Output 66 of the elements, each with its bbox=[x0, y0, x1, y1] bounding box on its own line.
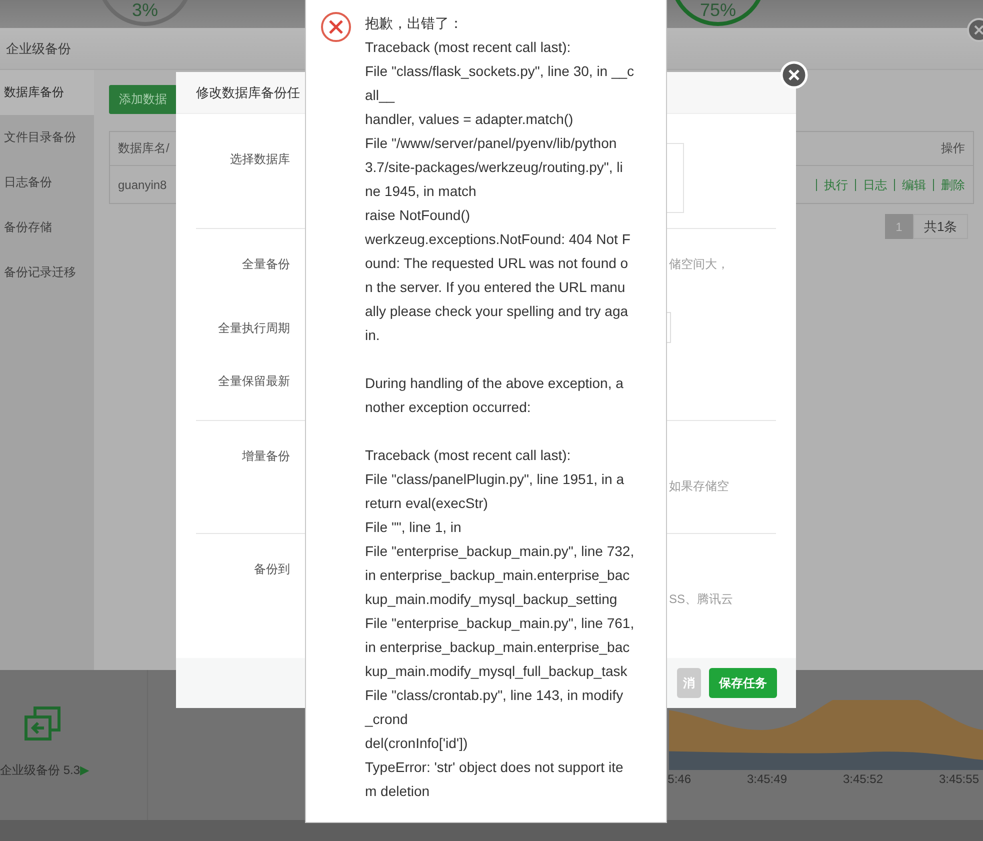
error-line: TypeError: 'str' object does not support ite bbox=[365, 758, 624, 777]
error-line: handler, values = adapter.match() bbox=[365, 110, 574, 129]
error-line: Traceback (most recent call last): bbox=[365, 446, 572, 465]
plugin-arrow: ▶ bbox=[80, 763, 90, 777]
table-cell: guanyin8 bbox=[118, 178, 167, 192]
error-icon bbox=[320, 11, 352, 43]
sidebar-item[interactable]: 日志备份 bbox=[0, 160, 94, 205]
page-total: 共1条 bbox=[913, 214, 968, 239]
error-line: in. bbox=[365, 326, 381, 345]
add-database-button[interactable]: 添加数据 bbox=[109, 85, 177, 114]
axis-label: 3:45:49 bbox=[746, 772, 787, 786]
error-line: _crond bbox=[365, 710, 409, 729]
error-line: ne 1945, in match bbox=[365, 182, 478, 201]
hint-text: 储空间大， bbox=[669, 256, 730, 272]
error-line: n the server. If you entered the URL manu bbox=[365, 278, 626, 297]
error-line: File "enterprise_backup_main.py", line 761, bbox=[365, 614, 634, 633]
error-line: File "class/crontab.py", line 143, in modify bbox=[365, 686, 624, 705]
field-label: 选择数据库 bbox=[229, 151, 290, 168]
action-link[interactable]: 编辑 bbox=[894, 178, 933, 190]
error-line: in enterprise_backup_main.enterprise_bac bbox=[365, 638, 631, 657]
error-line: return eval(execStr) bbox=[365, 494, 489, 513]
error-line: raise NotFound() bbox=[365, 206, 472, 225]
action-link[interactable]: 删除 bbox=[933, 178, 965, 190]
error-title: 抱歉，出错了： bbox=[365, 14, 464, 33]
error-line: File "class/flask_sockets.py", line 30, in __c bbox=[365, 62, 634, 81]
sidebar-item[interactable]: 备份存储 bbox=[0, 205, 94, 250]
hint-text: 如果存储空 bbox=[669, 478, 730, 494]
window-title: 企业级备份 bbox=[6, 40, 71, 58]
field-label: 备份到 bbox=[253, 561, 290, 578]
sidebar-item[interactable]: 备份记录迁移 bbox=[0, 250, 94, 295]
hint-text: SS、腾讯云 bbox=[669, 591, 734, 607]
error-line: del(cronInfo['id']) bbox=[365, 734, 469, 753]
error-line: kup_main.modify_mysql_full_backup_task bbox=[365, 662, 628, 681]
field-label: 全量备份 bbox=[241, 256, 290, 273]
column-header: 操作 bbox=[941, 140, 965, 157]
error-line: During handling of the above exception, a bbox=[365, 374, 624, 393]
error-line: ally please check your spelling and try aga bbox=[365, 302, 630, 321]
save-task-button[interactable]: 保存任务 bbox=[709, 668, 777, 698]
error-line: kup_main.modify_mysql_backup_setting bbox=[365, 590, 618, 609]
sidebar-item[interactable]: 文件目录备份 bbox=[0, 115, 94, 160]
axis-label: 3:45:55 bbox=[938, 772, 979, 786]
error-line: File "/www/server/panel/pyenv/lib/python bbox=[365, 134, 618, 153]
action-link[interactable]: 日志 bbox=[855, 178, 894, 190]
error-line: nother exception occurred: bbox=[365, 398, 532, 417]
error-line: Traceback (most recent call last): bbox=[365, 38, 572, 57]
axis-label: 3:45:52 bbox=[842, 772, 883, 786]
error-line: File "", line 1, in bbox=[365, 518, 462, 537]
sidebar-item[interactable]: 数据库备份 bbox=[0, 70, 94, 115]
error-line: werkzeug.exceptions.NotFound: 404 Not F bbox=[365, 230, 632, 249]
error-line: m deletion bbox=[365, 782, 431, 801]
action-link[interactable]: 执行 bbox=[816, 178, 855, 190]
field-label: 全量保留最新 bbox=[217, 373, 290, 390]
gauge-value: 75% bbox=[700, 0, 736, 20]
error-line: File "class/panelPlugin.py", line 1951, in a bbox=[365, 470, 625, 489]
dialog-title: 修改数据库备份任 bbox=[196, 84, 300, 102]
column-header: 数据库名/ bbox=[118, 140, 170, 157]
gauge-value: 3% bbox=[132, 0, 158, 20]
error-line: ound: The requested URL was not found o bbox=[365, 254, 630, 273]
error-line: File "enterprise_backup_main.py", line 732, bbox=[365, 542, 634, 561]
error-line: all__ bbox=[365, 86, 396, 105]
field-label: 全量执行周期 bbox=[217, 320, 290, 337]
axis-label: 5:46 bbox=[666, 772, 691, 786]
field-label: 增量备份 bbox=[241, 448, 290, 465]
plugin-label: 企业级备份 5.3 bbox=[0, 762, 80, 779]
error-line: 3.7/site-packages/werkzeug/routing.py", li bbox=[365, 158, 624, 177]
error-line: in enterprise_backup_main.enterprise_bac bbox=[365, 566, 631, 585]
